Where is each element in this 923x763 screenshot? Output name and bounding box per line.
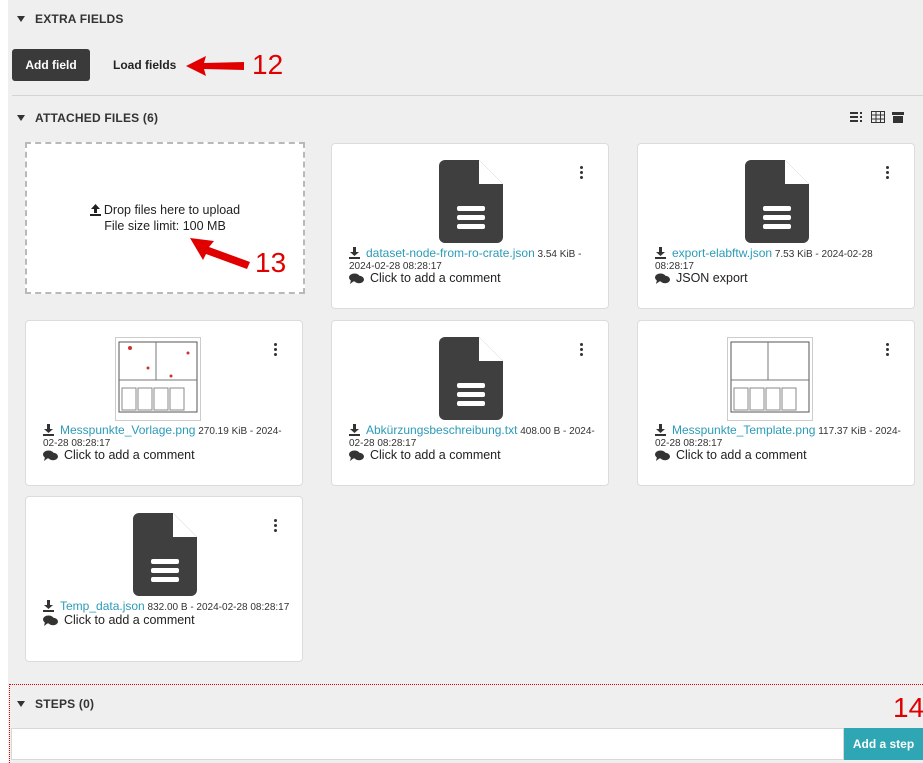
file-meta: 832.00 B - 2024-02-28 08:28:17 bbox=[147, 602, 290, 613]
file-info: export-elabftw.json 7.53 KiB - 2024-02-2… bbox=[655, 247, 904, 285]
dropzone-size-limit: File size limit: 100 MB bbox=[104, 219, 226, 233]
floorplan-thumbnail[interactable] bbox=[115, 337, 201, 421]
comments-icon bbox=[655, 450, 670, 462]
comment-text: Click to add a comment bbox=[676, 448, 807, 462]
annotation-arrow-icon bbox=[190, 238, 250, 269]
file-comment[interactable]: JSON export bbox=[655, 271, 904, 285]
more-options-icon[interactable] bbox=[580, 166, 584, 181]
dropzone-label: Drop files here to upload bbox=[103, 203, 241, 217]
file-comment[interactable]: Click to add a comment bbox=[655, 448, 904, 462]
document-icon bbox=[133, 513, 197, 596]
file-comment[interactable]: Click to add a comment bbox=[349, 271, 598, 285]
view-toggle-group bbox=[850, 111, 904, 123]
extra-fields-header[interactable]: EXTRA FIELDS bbox=[17, 12, 124, 26]
file-info: dataset-node-from-ro-crate.json 3.54 KiB… bbox=[349, 247, 598, 285]
file-card[interactable]: Abkürzungsbeschreibung.txt 408.00 B - 20… bbox=[331, 320, 609, 486]
document-icon bbox=[745, 160, 809, 243]
comment-text: Click to add a comment bbox=[370, 271, 501, 285]
file-name-link[interactable]: Messpunkte_Vorlage.png bbox=[60, 423, 195, 437]
annotation-13: 13 bbox=[255, 247, 287, 278]
collapse-caret-icon bbox=[17, 16, 25, 22]
left-gutter bbox=[0, 0, 8, 763]
file-comment[interactable]: Click to add a comment bbox=[43, 612, 292, 627]
comment-text: JSON export bbox=[676, 271, 748, 285]
file-card[interactable]: Temp_data.json 832.00 B - 2024-02-28 08:… bbox=[25, 496, 303, 662]
comments-icon bbox=[349, 273, 364, 285]
file-comment[interactable]: Click to add a comment bbox=[349, 448, 598, 462]
annotation-12: 12 bbox=[252, 49, 284, 80]
download-icon[interactable] bbox=[655, 247, 666, 259]
archive-icon[interactable] bbox=[892, 111, 904, 123]
file-name-link[interactable]: dataset-node-from-ro-crate.json bbox=[366, 246, 535, 260]
more-options-icon[interactable] bbox=[274, 343, 278, 358]
download-icon[interactable] bbox=[349, 424, 360, 436]
more-options-icon[interactable] bbox=[274, 519, 278, 534]
comment-text: Click to add a comment bbox=[64, 612, 195, 627]
download-icon[interactable] bbox=[43, 600, 54, 612]
file-name-link[interactable]: Messpunkte_Template.png bbox=[672, 423, 815, 437]
extra-fields-title: EXTRA FIELDS bbox=[35, 12, 124, 26]
more-options-icon[interactable] bbox=[886, 166, 890, 181]
comments-icon bbox=[655, 273, 670, 285]
step-input[interactable] bbox=[11, 728, 844, 760]
comments-icon bbox=[43, 615, 58, 626]
attached-files-header[interactable]: ATTACHED FILES (6) bbox=[17, 111, 158, 125]
comments-icon bbox=[43, 450, 58, 462]
more-options-icon[interactable] bbox=[580, 343, 584, 358]
file-name-link[interactable]: export-elabftw.json bbox=[672, 246, 772, 260]
collapse-caret-icon bbox=[17, 701, 25, 707]
file-card[interactable]: Messpunkte_Template.png 117.37 KiB - 202… bbox=[637, 320, 915, 486]
divider bbox=[12, 95, 923, 96]
add-field-button[interactable]: Add field bbox=[12, 49, 90, 81]
file-info: Messpunkte_Vorlage.png 270.19 KiB - 2024… bbox=[43, 424, 292, 462]
file-info: Messpunkte_Template.png 117.37 KiB - 202… bbox=[655, 424, 904, 462]
file-card[interactable]: dataset-node-from-ro-crate.json 3.54 KiB… bbox=[331, 143, 609, 309]
load-fields-button[interactable]: Load fields bbox=[113, 49, 176, 81]
file-name-link[interactable]: Temp_data.json bbox=[60, 599, 145, 613]
steps-title: STEPS (0) bbox=[35, 697, 95, 711]
download-icon[interactable] bbox=[655, 424, 666, 436]
floorplan-thumbnail[interactable] bbox=[727, 337, 813, 421]
file-card[interactable]: export-elabftw.json 7.53 KiB - 2024-02-2… bbox=[637, 143, 915, 309]
file-comment[interactable]: Click to add a comment bbox=[43, 448, 292, 462]
comments-icon bbox=[349, 450, 364, 462]
steps-header[interactable]: STEPS (0) bbox=[17, 697, 94, 711]
upload-icon bbox=[89, 204, 101, 216]
experiment-page: EXTRA FIELDS Add field Load fields 12 AT… bbox=[0, 0, 923, 763]
download-icon[interactable] bbox=[43, 424, 54, 436]
list-view-icon[interactable] bbox=[850, 111, 864, 123]
add-step-button[interactable]: Add a step bbox=[844, 728, 923, 760]
document-icon bbox=[439, 160, 503, 243]
annotation-arrow-icon bbox=[186, 56, 244, 76]
annotation-14: 14 bbox=[893, 692, 923, 723]
file-info: Abkürzungsbeschreibung.txt 408.00 B - 20… bbox=[349, 424, 598, 462]
comment-text: Click to add a comment bbox=[64, 448, 195, 462]
dropzone-text-line1: Drop files here to upload bbox=[89, 202, 241, 218]
attached-files-title: ATTACHED FILES (6) bbox=[35, 111, 159, 125]
grid-view-icon[interactable] bbox=[871, 111, 885, 123]
file-info: Temp_data.json 832.00 B - 2024-02-28 08:… bbox=[43, 600, 292, 626]
file-name-link[interactable]: Abkürzungsbeschreibung.txt bbox=[366, 423, 517, 437]
document-icon bbox=[439, 337, 503, 420]
download-icon[interactable] bbox=[349, 247, 360, 259]
more-options-icon[interactable] bbox=[886, 343, 890, 358]
collapse-caret-icon bbox=[17, 115, 25, 121]
comment-text: Click to add a comment bbox=[370, 448, 501, 462]
file-card[interactable]: Messpunkte_Vorlage.png 270.19 KiB - 2024… bbox=[25, 320, 303, 486]
